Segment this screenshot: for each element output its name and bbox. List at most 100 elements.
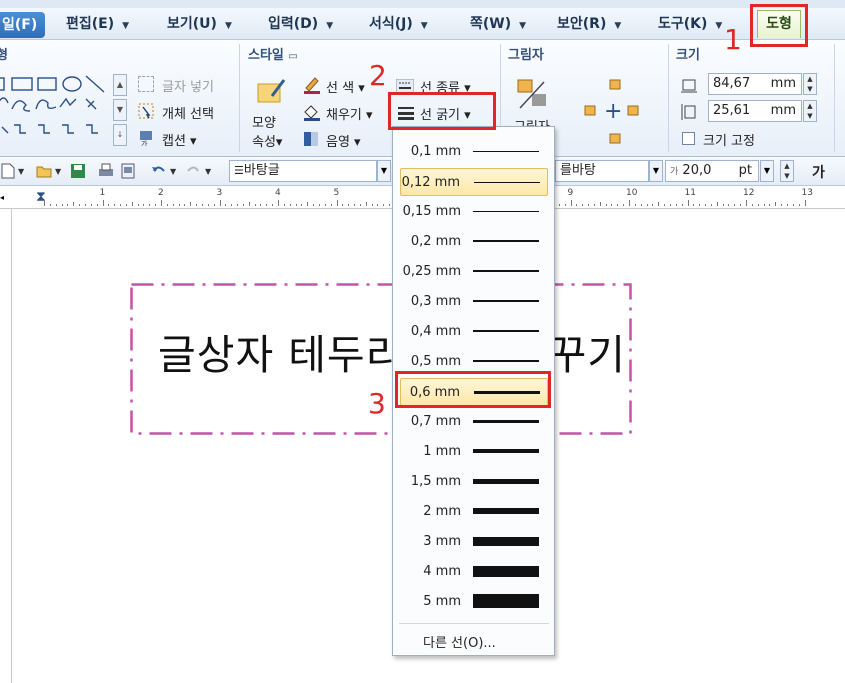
thickness-option[interactable]: 0,15 mm bbox=[400, 198, 548, 226]
chevron-down-icon[interactable]: ▼ bbox=[170, 167, 176, 176]
line-color-label[interactable]: 선 색 ▾ bbox=[326, 77, 365, 96]
new-document-icon[interactable] bbox=[0, 163, 16, 179]
menu-file[interactable]: 일(F) bbox=[0, 12, 45, 38]
print-preview-icon[interactable] bbox=[120, 163, 136, 179]
print-icon[interactable] bbox=[98, 163, 114, 179]
chevron-up-icon[interactable]: ▲ bbox=[804, 74, 816, 84]
ruler-tick bbox=[336, 200, 338, 206]
menu-security[interactable]: 보안(R) ▼ bbox=[557, 8, 621, 40]
font-size-spinner[interactable]: ▲ ▼ bbox=[780, 160, 794, 182]
fix-size-checkbox[interactable] bbox=[682, 132, 695, 145]
menu-format[interactable]: 서식(J) ▼ bbox=[369, 8, 428, 40]
font-size-unit: pt bbox=[738, 163, 752, 178]
caption-label[interactable]: 캡션 ▾ bbox=[162, 130, 197, 149]
ruler-tick bbox=[804, 200, 806, 206]
separator bbox=[834, 44, 835, 152]
height-field[interactable]: 25,61 mm bbox=[708, 100, 802, 122]
chevron-up-icon[interactable]: ▲ bbox=[804, 101, 816, 111]
bold-button[interactable]: 가 bbox=[812, 162, 825, 182]
ruler-tick bbox=[44, 200, 45, 206]
menu-tools[interactable]: 도구(K) ▼ bbox=[658, 8, 722, 40]
font-size-icon: 가 bbox=[670, 167, 679, 177]
ruler-tick bbox=[751, 204, 753, 206]
ruler-number: 1 bbox=[99, 188, 106, 198]
fill-label[interactable]: 채우기 ▾ bbox=[326, 104, 373, 123]
font-size-dropdown[interactable]: ▼ bbox=[760, 160, 774, 182]
menu-page[interactable]: 쪽(W) ▼ bbox=[470, 8, 526, 40]
thickness-option[interactable]: 3 mm bbox=[400, 528, 548, 556]
thickness-option[interactable]: 0,1 mm bbox=[400, 138, 548, 166]
ruler-tick bbox=[295, 204, 297, 206]
ruler-tick bbox=[108, 204, 110, 206]
shape-props-text: 속성 bbox=[252, 135, 276, 150]
select-object-label[interactable]: 개체 선택 bbox=[162, 103, 214, 122]
thickness-option-label: 0,5 mm bbox=[410, 354, 461, 369]
ruler-tick bbox=[196, 204, 198, 206]
group-expand-icon[interactable]: ▭ bbox=[288, 51, 297, 62]
chevron-down-icon: ▼ bbox=[326, 21, 334, 31]
ruler-tick bbox=[231, 204, 233, 206]
menu-view-label: 보기(U) bbox=[167, 16, 217, 32]
menu-view[interactable]: 보기(U) ▼ bbox=[167, 8, 232, 40]
annotation-number-2: 2 bbox=[369, 59, 387, 92]
shape-gallery[interactable] bbox=[0, 73, 108, 149]
ruler-tick bbox=[260, 204, 262, 206]
chevron-down-icon[interactable]: ▼ bbox=[55, 167, 61, 176]
chevron-down-icon[interactable]: ▼ bbox=[804, 111, 816, 121]
ruler-tick bbox=[617, 204, 619, 206]
open-folder-icon[interactable] bbox=[36, 163, 52, 179]
menu-edit[interactable]: 편집(E) ▼ bbox=[66, 8, 129, 40]
ruler-tick bbox=[359, 204, 361, 206]
thickness-option[interactable]: 2 mm bbox=[400, 498, 548, 526]
thickness-option-label: 4 mm bbox=[423, 564, 461, 579]
font-combo[interactable]: 를바탕 bbox=[555, 160, 649, 182]
menu-insert[interactable]: 입력(D) ▼ bbox=[268, 8, 333, 40]
shade-label[interactable]: 음영 ▾ bbox=[326, 131, 361, 150]
thickness-option[interactable]: 0,4 mm bbox=[400, 318, 548, 346]
thickness-option[interactable]: 5 mm bbox=[400, 588, 548, 616]
thickness-option[interactable]: 0,7 mm bbox=[400, 408, 548, 436]
ruler-tick bbox=[371, 204, 373, 206]
font-size-combo[interactable]: 가 20,0 pt bbox=[665, 160, 759, 182]
thickness-option[interactable]: 0,2 mm bbox=[400, 228, 548, 256]
undo-icon[interactable] bbox=[150, 163, 166, 179]
ruler-tick bbox=[734, 204, 736, 206]
font-dropdown[interactable]: ▼ bbox=[649, 160, 663, 182]
chevron-down-icon[interactable]: ▼ bbox=[205, 167, 211, 176]
paragraph-style-combo[interactable]: ☰바탕글 bbox=[229, 160, 377, 182]
insert-text-label[interactable]: 글자 넣기 bbox=[162, 76, 214, 95]
svg-text:+: + bbox=[604, 99, 622, 124]
thickness-option[interactable]: 1 mm bbox=[400, 438, 548, 466]
menu-format-label: 서식(J) bbox=[369, 16, 413, 32]
ruler-number: 12 bbox=[743, 188, 755, 198]
ruler-tick bbox=[90, 204, 92, 206]
gallery-scroll-down[interactable]: ▼ bbox=[113, 99, 127, 121]
width-spinner[interactable]: ▲ ▼ bbox=[803, 73, 817, 95]
font-value: 를바탕 bbox=[560, 163, 596, 178]
chevron-down-icon[interactable]: ▼ bbox=[804, 84, 816, 94]
thickness-option[interactable]: 4 mm bbox=[400, 558, 548, 586]
gallery-expand[interactable]: ↓ bbox=[113, 124, 127, 146]
ruler-tick bbox=[237, 204, 239, 206]
thickness-option[interactable]: 0,25 mm bbox=[400, 258, 548, 286]
ruler-tick bbox=[693, 204, 695, 206]
thickness-option[interactable]: 1,5 mm bbox=[400, 468, 548, 496]
fill-icon bbox=[302, 103, 320, 121]
height-spinner[interactable]: ▲ ▼ bbox=[803, 100, 817, 122]
other-line-option[interactable]: 다른 선(O)... bbox=[423, 632, 496, 651]
save-icon[interactable] bbox=[70, 163, 86, 179]
chevron-down-icon[interactable]: ▼ bbox=[18, 167, 24, 176]
chevron-down-icon[interactable]: ▼ bbox=[781, 171, 793, 181]
gallery-scroll-up[interactable]: ▲ bbox=[113, 74, 127, 96]
chevron-up-icon[interactable]: ▲ bbox=[781, 161, 793, 171]
ruler-tick bbox=[184, 204, 186, 206]
width-field[interactable]: 84,67 mm bbox=[708, 73, 802, 95]
paragraph-style-dropdown[interactable]: ▼ bbox=[377, 160, 391, 182]
thickness-option[interactable]: 0,12 mm bbox=[400, 168, 548, 196]
thickness-option[interactable]: 0,3 mm bbox=[400, 288, 548, 316]
ruler-corner-icon[interactable]: ◂ bbox=[0, 193, 4, 202]
shadow-direction-icon[interactable]: + bbox=[582, 74, 642, 146]
shape-props-line1[interactable]: 모양 bbox=[252, 112, 276, 131]
shape-props-line2[interactable]: 속성▾ bbox=[252, 131, 282, 150]
redo-icon[interactable] bbox=[186, 163, 202, 179]
